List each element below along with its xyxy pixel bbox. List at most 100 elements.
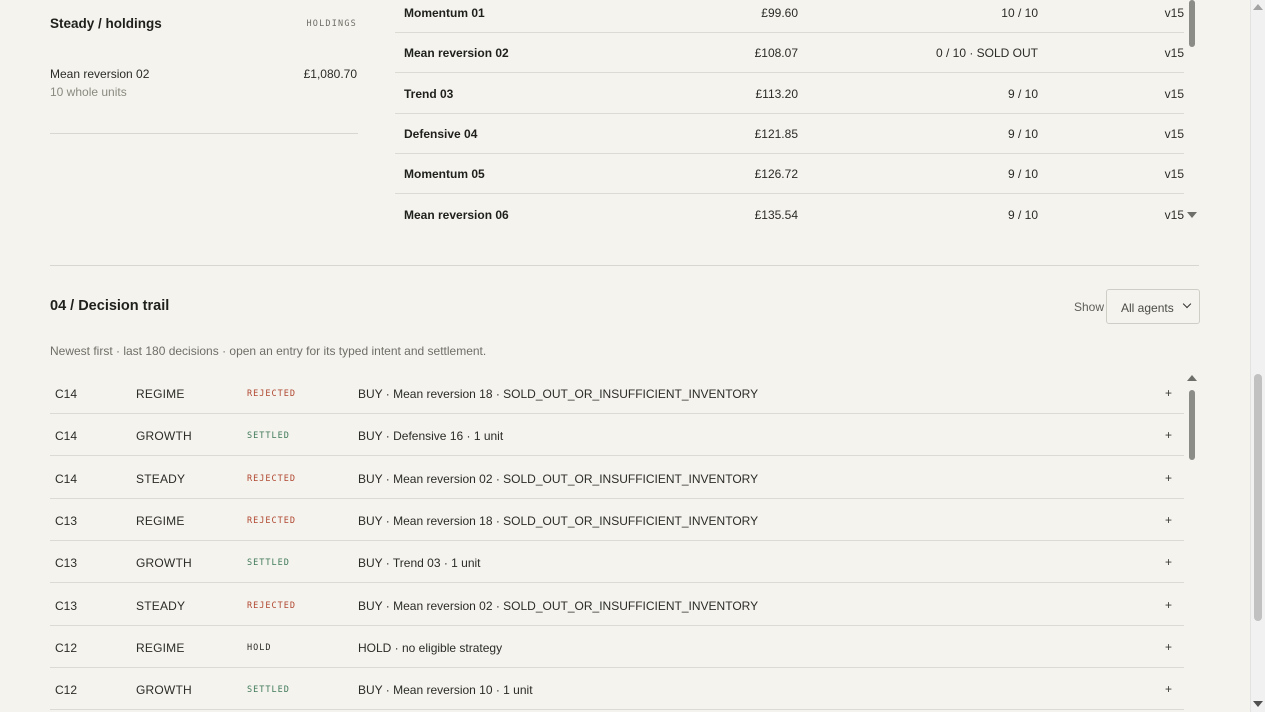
decision-agent: REGIME [136,640,185,655]
strategy-version: v15 [1164,6,1184,20]
decision-agent: GROWTH [136,429,192,444]
decision-agent: GROWTH [136,556,192,571]
decision-status-badge: REJECTED [247,600,296,611]
scroll-up-arrow-icon[interactable] [1187,375,1197,381]
strategy-table-scrollbar[interactable] [1186,0,1198,222]
decision-status-badge: REJECTED [247,389,296,399]
expand-row-button[interactable]: + [1165,428,1172,442]
strategy-row[interactable]: Momentum 01 £99.60 10 / 10 v15 [395,0,1184,33]
expand-row-button[interactable]: + [1165,471,1172,485]
decision-cycle: C14 [55,387,78,401]
holdings-tag: HOLDINGS [306,19,357,29]
decision-status-badge: SETTLED [247,558,290,569]
strategy-stock: 9 / 10 [1007,126,1038,141]
strategy-version: v15 [1164,207,1184,222]
decision-cycle: C13 [55,598,78,613]
strategy-name: Momentum 01 [404,6,485,20]
decision-row[interactable]: C13 STEADY REJECTED BUY · Mean reversion 02… [50,584,1184,626]
decision-row[interactable]: C14 REGIME REJECTED BUY · Mean reversion 18… [50,372,1184,414]
strategy-price: £99.60 [761,6,798,20]
decision-cycle: C13 [55,556,78,571]
decision-agent: GROWTH [136,683,192,698]
decision-row[interactable]: C12 GROWTH SETTLED BUY · Mean reversion 10 … [50,668,1184,711]
strategy-price: £121.85 [754,126,798,141]
strategy-row[interactable]: Momentum 05 £126.72 9 / 10 v15 [395,154,1184,195]
holding-value: £1,080.70 [303,67,357,81]
decision-row[interactable]: C13 REGIME REJECTED BUY · Mean reversion 18… [50,499,1184,541]
strategy-version: v15 [1164,86,1184,101]
strategy-version: v15 [1164,167,1184,182]
strategy-name: Mean reversion 02 [404,46,509,61]
strategy-stock: 9 / 10 [1007,167,1038,182]
decision-cycle: C12 [55,683,78,698]
decision-cycle: C14 [55,471,78,486]
strategy-stock: 0 / 10 · SOLD OUT [935,46,1038,61]
expand-row-button[interactable]: + [1165,386,1172,400]
decision-intent: BUY · Defensive 16 · 1 unit [358,429,504,444]
holdings-divider [50,133,358,134]
strategy-name: Defensive 04 [404,126,478,141]
page-scroll-thumb[interactable] [1254,374,1262,621]
strategy-name: Mean reversion 06 [404,207,509,222]
decision-intent: HOLD · no eligible strategy [358,640,503,655]
decision-row[interactable]: C14 GROWTH SETTLED BUY · Defensive 16 · 1 u… [50,414,1184,457]
decision-agent: REGIME [136,513,185,528]
strategy-name: Trend 03 [404,86,454,101]
decision-status-badge: HOLD [247,642,272,653]
decision-cycle: C14 [55,429,78,444]
decision-intent: BUY · Mean reversion 10 · 1 unit [358,683,533,698]
decision-intent: BUY · Mean reversion 18 · SOLD_OUT_OR_IN… [358,387,759,401]
strategy-price: £108.07 [754,46,798,61]
page-scroll-down-icon[interactable] [1253,701,1263,707]
decision-trail-title: 04 / Decision trail [50,298,170,314]
decision-intent: BUY · Mean reversion 18 · SOLD_OUT_OR_IN… [358,513,759,528]
strategy-version: v15 [1164,126,1184,141]
strategy-version: v15 [1164,46,1184,61]
decision-status-badge: SETTLED [247,685,290,696]
strategy-price: £135.54 [754,207,798,222]
strategy-scroll-thumb[interactable] [1189,0,1195,47]
decision-row[interactable]: C12 REGIME HOLD HOLD · no eligible strategy… [50,626,1184,668]
decision-scroll-thumb[interactable] [1189,390,1195,460]
decision-agent: STEADY [136,598,186,613]
strategy-price: £113.20 [755,86,799,101]
page: Steady / holdings HOLDINGS Mean reversio… [0,0,1250,712]
expand-row-button[interactable]: + [1165,598,1172,612]
strategy-stock: 9 / 10 [1007,86,1038,101]
strategy-row[interactable]: Defensive 04 £121.85 9 / 10 v15 [395,114,1184,154]
strategy-price: £126.72 [754,167,798,182]
decision-row[interactable]: C13 GROWTH SETTLED BUY · Trend 03 · 1 unit + [50,541,1184,584]
strategy-row[interactable]: Trend 03 £113.20 9 / 10 v15 [395,74,1184,114]
holding-name: Mean reversion 02 [50,67,150,81]
decision-trail-table[interactable]: C14 REGIME REJECTED BUY · Mean reversion 18… [50,372,1184,712]
agent-filter-select[interactable]: All agents [1106,289,1200,324]
section-divider [50,265,1199,266]
expand-row-button[interactable]: + [1165,640,1172,654]
chevron-down-icon [1182,299,1192,309]
decision-trail-scrollbar[interactable] [1186,375,1198,712]
decision-intent: BUY · Trend 03 · 1 unit [358,556,481,571]
decision-cycle: C13 [55,513,78,528]
decision-row[interactable]: C14 STEADY REJECTED BUY · Mean reversion 02… [50,457,1184,499]
decision-intent: BUY · Mean reversion 02 · SOLD_OUT_OR_IN… [358,471,759,486]
expand-row-button[interactable]: + [1165,682,1172,696]
holdings-title: Steady / holdings [50,16,162,31]
page-scroll-up-icon[interactable] [1253,4,1263,10]
page-scrollbar[interactable] [1250,0,1265,712]
strategy-row[interactable]: Mean reversion 06 £135.54 9 / 10 v15 [395,195,1184,235]
decision-status-badge: REJECTED [247,473,296,484]
holdings-header: Steady / holdings HOLDINGS [50,16,358,36]
decision-cycle: C12 [55,640,78,655]
expand-row-button[interactable]: + [1165,513,1172,527]
decision-trail-subtitle: Newest first · last 180 decisions · open… [50,344,487,358]
expand-row-button[interactable]: + [1165,555,1172,569]
strategy-name: Momentum 05 [404,167,485,182]
scroll-down-arrow-icon[interactable] [1187,212,1197,218]
strategy-row[interactable]: Mean reversion 02 £108.07 0 / 10 · SOLD OU… [395,33,1184,74]
holding-units: 10 whole units [50,85,127,99]
strategy-stock: 10 / 10 [1001,6,1038,20]
decision-status-badge: REJECTED [247,515,296,526]
strategy-stock: 9 / 10 [1007,207,1038,222]
decision-agent: REGIME [136,387,185,401]
strategy-table[interactable]: Momentum 01 £99.60 10 / 10 v15 Mean reversio… [395,0,1185,236]
